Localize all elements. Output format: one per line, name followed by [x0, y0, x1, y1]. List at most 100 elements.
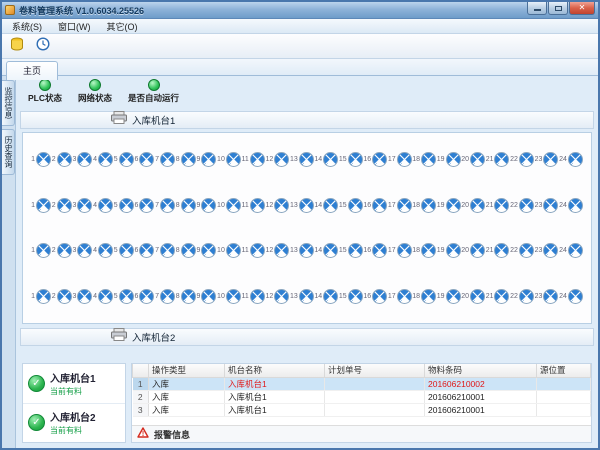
coil-icon[interactable] — [421, 198, 436, 213]
coil-icon[interactable] — [323, 289, 338, 304]
coil-icon[interactable] — [299, 198, 314, 213]
clock-toolbar-button[interactable] — [31, 36, 55, 57]
coil-icon[interactable] — [348, 198, 363, 213]
coil-icon[interactable] — [201, 243, 216, 258]
coil-icon[interactable] — [568, 289, 583, 304]
coil-icon[interactable] — [77, 289, 92, 304]
coil-icon[interactable] — [274, 198, 289, 213]
coil-icon[interactable] — [372, 243, 387, 258]
coil-icon[interactable] — [139, 198, 154, 213]
coil-icon[interactable] — [446, 289, 461, 304]
maximize-button[interactable] — [548, 2, 568, 15]
table-row[interactable]: 3入库入库机台1201606210001 — [133, 403, 591, 416]
coil-icon[interactable] — [519, 289, 534, 304]
coil-icon[interactable] — [348, 243, 363, 258]
coil-icon[interactable] — [201, 289, 216, 304]
coil-icon[interactable] — [160, 152, 175, 167]
coil-icon[interactable] — [119, 289, 134, 304]
menu-item[interactable]: 其它(O) — [99, 19, 146, 34]
coil-icon[interactable] — [397, 152, 412, 167]
coil-icon[interactable] — [226, 198, 241, 213]
coil-icon[interactable] — [274, 289, 289, 304]
coil-icon[interactable] — [160, 289, 175, 304]
database-toolbar-button[interactable] — [5, 36, 29, 57]
coil-icon[interactable] — [299, 289, 314, 304]
coil-icon[interactable] — [494, 198, 509, 213]
coil-icon[interactable] — [77, 152, 92, 167]
coil-icon[interactable] — [181, 289, 196, 304]
coil-icon[interactable] — [543, 152, 558, 167]
coil-icon[interactable] — [77, 243, 92, 258]
coil-icon[interactable] — [226, 289, 241, 304]
coil-icon[interactable] — [36, 243, 51, 258]
coil-icon[interactable] — [543, 243, 558, 258]
menu-item[interactable]: 窗口(W) — [50, 19, 99, 34]
machine-list-item[interactable]: ✓入库机台1当前有料 — [23, 364, 125, 404]
coil-icon[interactable] — [494, 289, 509, 304]
coil-icon[interactable] — [543, 289, 558, 304]
coil-icon[interactable] — [494, 152, 509, 167]
coil-icon[interactable] — [36, 198, 51, 213]
coil-icon[interactable] — [323, 152, 338, 167]
minimize-button[interactable] — [527, 2, 547, 15]
coil-icon[interactable] — [181, 243, 196, 258]
coil-icon[interactable] — [274, 152, 289, 167]
coil-icon[interactable] — [323, 243, 338, 258]
coil-icon[interactable] — [139, 152, 154, 167]
coil-icon[interactable] — [543, 198, 558, 213]
tab-home[interactable]: 主页 — [6, 61, 58, 80]
coil-icon[interactable] — [77, 198, 92, 213]
coil-icon[interactable] — [519, 198, 534, 213]
coil-icon[interactable] — [348, 289, 363, 304]
coil-icon[interactable] — [250, 198, 265, 213]
coil-icon[interactable] — [181, 198, 196, 213]
menu-item[interactable]: 系统(S) — [4, 19, 50, 34]
table-row[interactable]: 1入库入库机台1201606210002 — [133, 377, 591, 390]
coil-icon[interactable] — [397, 198, 412, 213]
coil-icon[interactable] — [57, 243, 72, 258]
coil-icon[interactable] — [470, 289, 485, 304]
coil-icon[interactable] — [226, 152, 241, 167]
coil-icon[interactable] — [226, 243, 241, 258]
coil-icon[interactable] — [372, 152, 387, 167]
coil-icon[interactable] — [299, 243, 314, 258]
coil-icon[interactable] — [568, 243, 583, 258]
coil-icon[interactable] — [57, 152, 72, 167]
side-tab[interactable]: 监控信息 — [2, 80, 15, 126]
coil-icon[interactable] — [160, 198, 175, 213]
coil-icon[interactable] — [323, 198, 338, 213]
coil-icon[interactable] — [446, 152, 461, 167]
coil-icon[interactable] — [57, 198, 72, 213]
coil-icon[interactable] — [470, 243, 485, 258]
coil-icon[interactable] — [98, 198, 113, 213]
coil-icon[interactable] — [299, 152, 314, 167]
coil-icon[interactable] — [372, 289, 387, 304]
coil-icon[interactable] — [470, 198, 485, 213]
machine-list-item[interactable]: ✓入库机台2当前有料 — [23, 404, 125, 443]
coil-icon[interactable] — [119, 243, 134, 258]
coil-icon[interactable] — [119, 152, 134, 167]
coil-icon[interactable] — [372, 198, 387, 213]
coil-icon[interactable] — [57, 289, 72, 304]
side-tab[interactable]: 历史查询 — [2, 129, 15, 175]
coil-icon[interactable] — [36, 289, 51, 304]
coil-icon[interactable] — [250, 243, 265, 258]
coil-icon[interactable] — [160, 243, 175, 258]
coil-icon[interactable] — [568, 152, 583, 167]
coil-icon[interactable] — [397, 289, 412, 304]
coil-icon[interactable] — [119, 198, 134, 213]
coil-icon[interactable] — [568, 198, 583, 213]
coil-icon[interactable] — [98, 289, 113, 304]
coil-icon[interactable] — [201, 198, 216, 213]
coil-icon[interactable] — [274, 243, 289, 258]
coil-icon[interactable] — [348, 152, 363, 167]
coil-icon[interactable] — [397, 243, 412, 258]
coil-icon[interactable] — [181, 152, 196, 167]
coil-icon[interactable] — [201, 152, 216, 167]
close-button[interactable]: ✕ — [569, 2, 595, 15]
coil-icon[interactable] — [421, 152, 436, 167]
coil-icon[interactable] — [494, 243, 509, 258]
coil-icon[interactable] — [519, 243, 534, 258]
coil-icon[interactable] — [446, 243, 461, 258]
coil-icon[interactable] — [519, 152, 534, 167]
